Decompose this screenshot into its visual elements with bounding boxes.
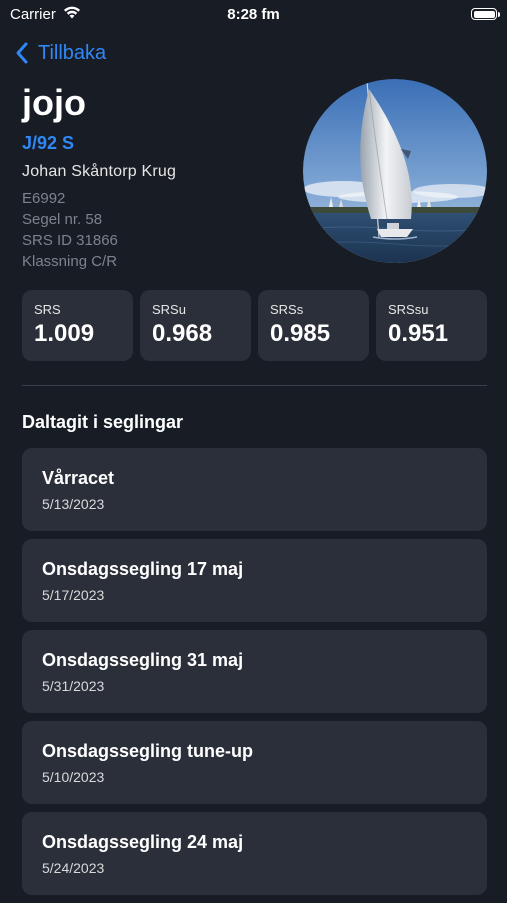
- divider: [22, 385, 487, 386]
- srss-label: SRSs: [270, 302, 304, 317]
- race-name: Onsdagssegling 17 maj: [42, 559, 244, 579]
- srsu-label: SRSu: [152, 302, 186, 317]
- boat-class: Klassning C/R: [22, 253, 118, 270]
- srssu-label: SRSsu: [388, 302, 429, 317]
- back-button[interactable]: Tillbaka: [14, 38, 106, 68]
- srss-value: 0.985: [270, 320, 331, 347]
- srs-label: SRS: [34, 302, 61, 317]
- srssu-card: SRSsu 0.951: [376, 290, 487, 361]
- race-name: Vårracet: [42, 468, 115, 488]
- battery-icon: [471, 8, 500, 20]
- srs-id: SRS ID 31866: [22, 232, 118, 249]
- srs-value: 1.009: [34, 320, 95, 347]
- clock: 8:28 fm: [227, 6, 280, 23]
- srss-card: SRSs 0.985: [258, 290, 369, 361]
- race-list: Vårracet 5/13/2023 Onsdagssegling 17 maj…: [22, 448, 487, 903]
- chevron-left-icon: [16, 42, 28, 64]
- race-date: 5/13/2023: [42, 496, 105, 512]
- section-title: Daltagit i seglingar: [22, 412, 184, 432]
- race-date: 5/31/2023: [42, 678, 105, 694]
- race-item[interactable]: Onsdagssegling 24 maj 5/24/2023: [22, 812, 487, 895]
- race-item[interactable]: Onsdagssegling 17 maj 5/17/2023: [22, 539, 487, 622]
- race-date: 5/10/2023: [42, 769, 105, 785]
- boat-type: J/92 S: [22, 133, 75, 153]
- race-name: Onsdagssegling 24 maj: [42, 832, 244, 852]
- srs-card: SRS 1.009: [22, 290, 133, 361]
- race-item[interactable]: Vårracet 5/13/2023: [22, 448, 487, 531]
- race-date: 5/17/2023: [42, 587, 105, 603]
- boat-photo: [303, 79, 487, 263]
- race-name: Onsdagssegling tune-up: [42, 741, 254, 761]
- srs-ratings: SRS 1.009 SRSu 0.968 SRSs 0.985 SRSsu 0.…: [22, 290, 487, 361]
- srssu-value: 0.951: [388, 320, 449, 347]
- back-label: Tillbaka: [38, 41, 107, 64]
- boat-name: jojo: [22, 82, 86, 123]
- race-date: 5/24/2023: [42, 860, 105, 876]
- srsu-card: SRSu 0.968: [140, 290, 251, 361]
- boat-owner: Johan Skåntorp Krug: [22, 163, 177, 180]
- race-name: Onsdagssegling 31 maj: [42, 650, 244, 670]
- status-bar: Carrier 8:28 fm: [0, 0, 507, 28]
- srsu-value: 0.968: [152, 320, 213, 347]
- race-item[interactable]: Onsdagssegling tune-up 5/10/2023: [22, 721, 487, 804]
- race-item[interactable]: Onsdagssegling 31 maj 5/31/2023: [22, 630, 487, 713]
- sail-id: E6992: [22, 190, 66, 207]
- sail-number: Segel nr. 58: [22, 211, 103, 228]
